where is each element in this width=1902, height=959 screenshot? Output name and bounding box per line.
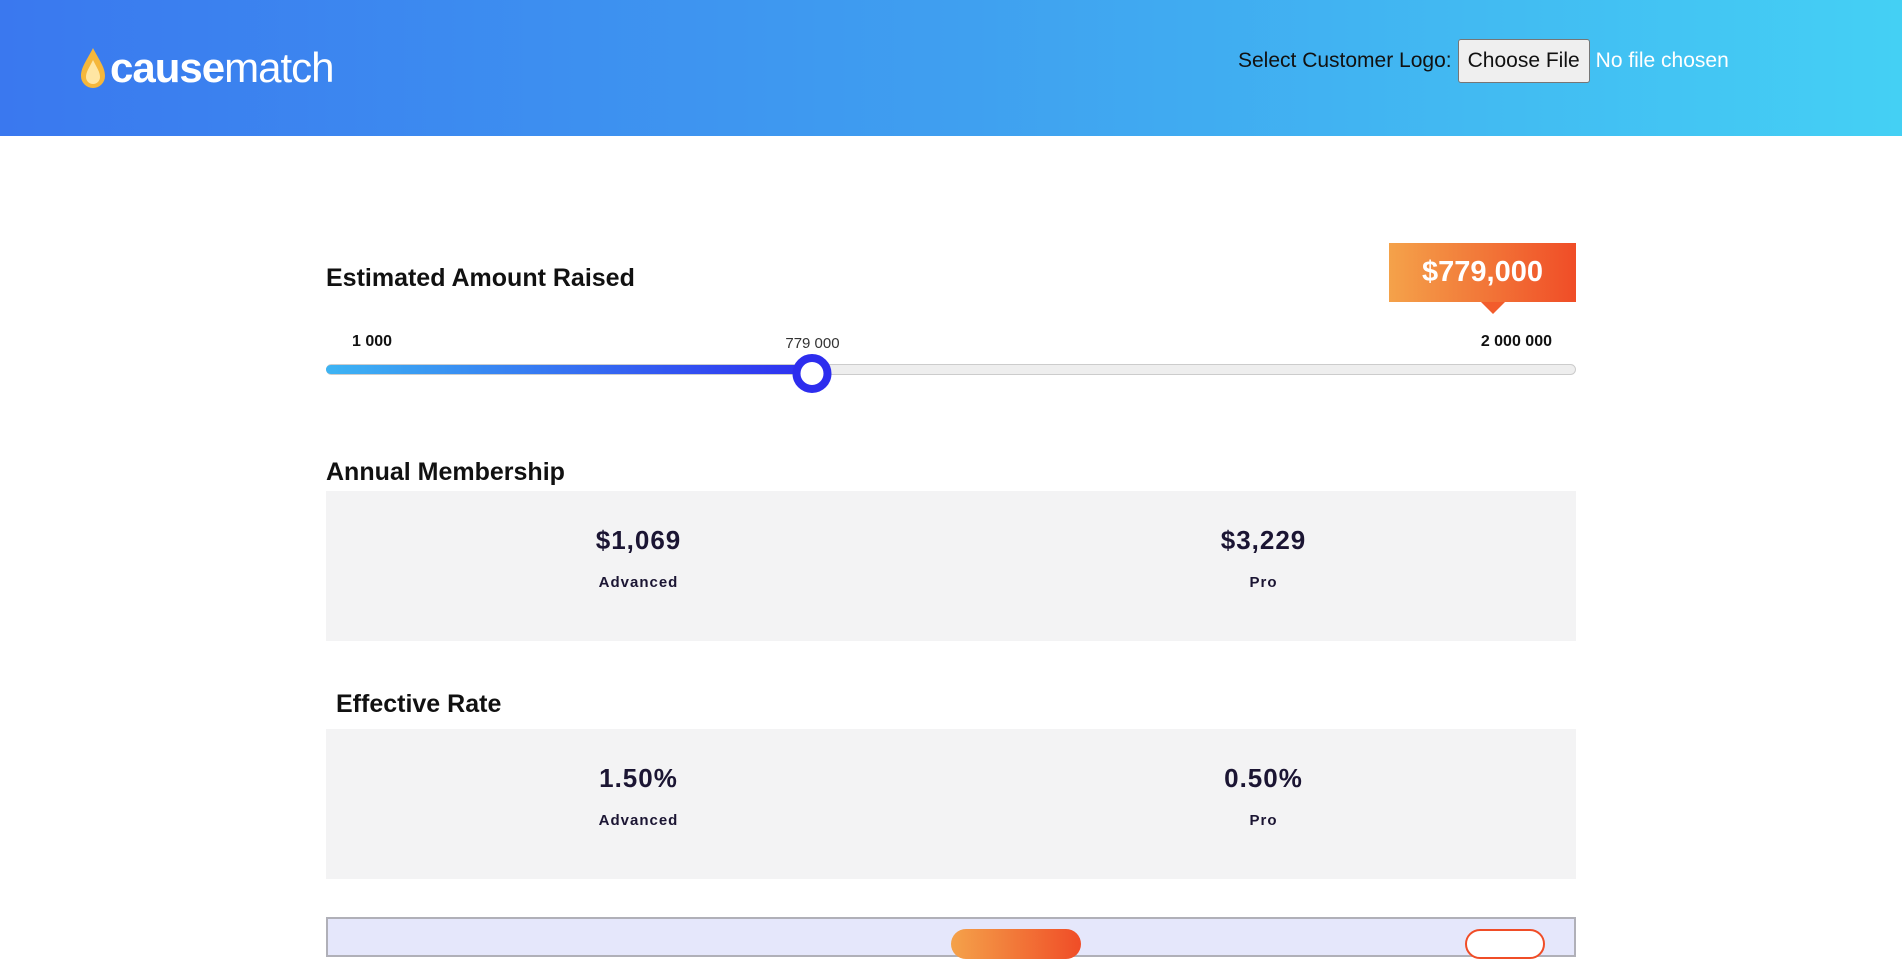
membership-advanced: $1,069 Advanced	[326, 491, 951, 641]
badge-pointer	[1481, 302, 1505, 314]
rate-pro-label: Pro	[1249, 812, 1278, 829]
membership-pro: $3,229 Pro	[951, 491, 1576, 641]
effective-rate-card: 1.50% Advanced 0.50% Pro	[326, 729, 1576, 879]
rate-advanced: 1.50% Advanced	[326, 729, 951, 879]
membership-title: Annual Membership	[326, 458, 565, 486]
rate-pro-value: 0.50%	[1224, 763, 1303, 793]
logo-wordmark: causematch	[110, 44, 334, 92]
causematch-logo[interactable]: causematch	[78, 44, 334, 92]
rate-pro: 0.50% Pro	[951, 729, 1576, 879]
choose-file-button[interactable]: Choose File	[1457, 39, 1590, 83]
primary-action-button[interactable]	[951, 929, 1081, 959]
upload-label: Select Customer Logo:	[1238, 49, 1452, 72]
rate-advanced-label: Advanced	[598, 812, 679, 829]
secondary-action-button[interactable]	[1465, 929, 1545, 959]
amount-slider-fill	[326, 365, 813, 374]
logo-wordmark-light: match	[224, 44, 334, 91]
membership-card: $1,069 Advanced $3,229 Pro	[326, 491, 1576, 641]
amount-title: Estimated Amount Raised	[326, 264, 635, 292]
amount-slider-thumb[interactable]	[792, 354, 832, 393]
membership-pro-price: $3,229	[1220, 525, 1307, 555]
effective-rate-title: Effective Rate	[336, 690, 502, 718]
amount-badge: $779,000	[1389, 243, 1576, 302]
header: causematch Select Customer Logo: Choose …	[0, 0, 1902, 136]
flame-drop-icon	[81, 48, 105, 88]
membership-advanced-label: Advanced	[598, 574, 679, 591]
membership-pro-label: Pro	[1249, 574, 1278, 591]
logo-wordmark-bold: cause	[110, 44, 225, 91]
file-status-text: No file chosen	[1595, 49, 1729, 72]
slider-current-label: 779 000	[785, 335, 840, 352]
comparison-panel	[326, 917, 1576, 959]
rate-advanced-value: 1.50%	[599, 763, 678, 793]
customer-logo-upload: Select Customer Logo: Choose File No fil…	[1238, 39, 1729, 83]
slider-min-label: 1 000	[352, 333, 393, 350]
slider-max-label: 2 000 000	[1480, 333, 1552, 350]
membership-advanced-price: $1,069	[595, 525, 682, 555]
